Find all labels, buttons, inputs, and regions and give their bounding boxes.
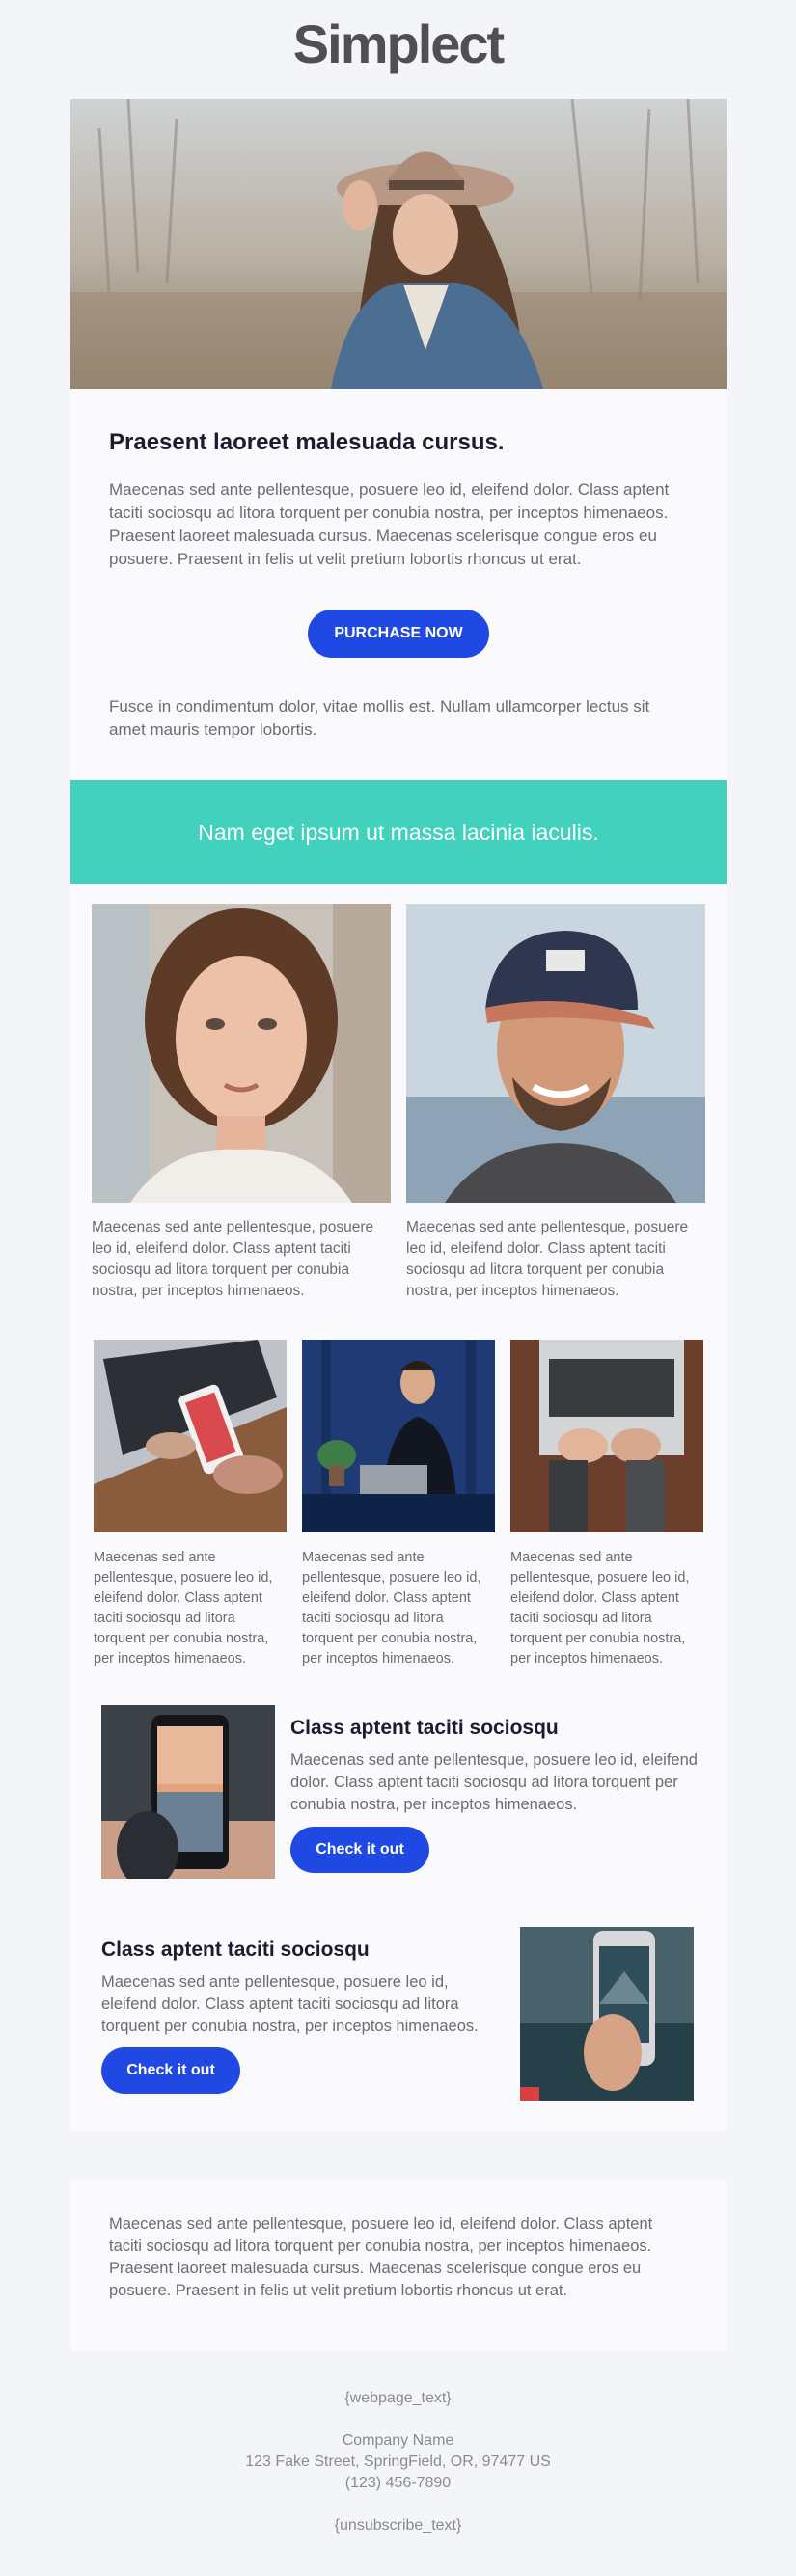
unsubscribe-link[interactable]: {unsubscribe_text}	[0, 2515, 796, 2536]
footer-phone: (123) 456-7890	[344, 2475, 452, 2491]
feature1-title: Class aptent taciti sociosqu	[290, 1717, 559, 1739]
man-on-laptop-image	[302, 1340, 495, 1532]
hero-image	[70, 99, 727, 389]
footer-company-name: Company Name	[342, 2432, 454, 2449]
phone-laptop-caption: Maecenas sed ante pellentesque, posuere …	[94, 1550, 273, 1667]
phone-lake-image	[520, 1927, 694, 2101]
outro-text: Maecenas sed ante pellentesque, posuere …	[109, 2215, 653, 2299]
portrait-man-image	[406, 904, 705, 1203]
portrait-man-caption: Maecenas sed ante pellentesque, posuere …	[406, 1219, 689, 1299]
phone-sunset-image	[101, 1705, 275, 1879]
feature1-text: Maecenas sed ante pellentesque, posuere …	[290, 1751, 698, 1813]
purchase-now-button[interactable]: PURCHASE NOW	[308, 610, 489, 658]
feature2-check-it-out-button[interactable]: Check it out	[101, 2047, 240, 2094]
intro-headline: Praesent laoreet malesuada cursus.	[109, 429, 505, 455]
banner-text: Nam eget ipsum ut massa lacinia iaculis.	[198, 819, 599, 845]
intro-section: Praesent laoreet malesuada cursus. Maece…	[70, 389, 727, 780]
outro-section: Maecenas sed ante pellentesque, posuere …	[70, 2180, 727, 2351]
man-on-laptop-caption: Maecenas sed ante pellentesque, posuere …	[302, 1550, 481, 1667]
feature1-check-it-out-button[interactable]: Check it out	[290, 1827, 429, 1873]
typing-on-laptop-caption: Maecenas sed ante pellentesque, posuere …	[510, 1550, 690, 1667]
feature2-title: Class aptent taciti sociosqu	[101, 1939, 370, 1961]
intro-closing-text: Fusce in condimentum dolor, vitae mollis…	[109, 697, 650, 739]
teal-banner: Nam eget ipsum ut massa lacinia iaculis.	[70, 780, 727, 884]
footer-address: 123 Fake Street, SpringField, OR, 97477 …	[245, 2454, 551, 2470]
webpage-link[interactable]: {webpage_text}	[0, 2388, 796, 2409]
feature2-text: Maecenas sed ante pellentesque, posuere …	[101, 1973, 479, 2035]
portrait-woman-image	[92, 904, 391, 1203]
intro-paragraph: Maecenas sed ante pellentesque, posuere …	[109, 480, 670, 568]
phone-laptop-image	[94, 1340, 287, 1532]
content-section: Maecenas sed ante pellentesque, posuere …	[70, 884, 727, 2131]
typing-on-laptop-image	[510, 1340, 703, 1532]
brand-logo: Simplect	[292, 14, 505, 74]
portrait-woman-caption: Maecenas sed ante pellentesque, posuere …	[92, 1219, 374, 1299]
